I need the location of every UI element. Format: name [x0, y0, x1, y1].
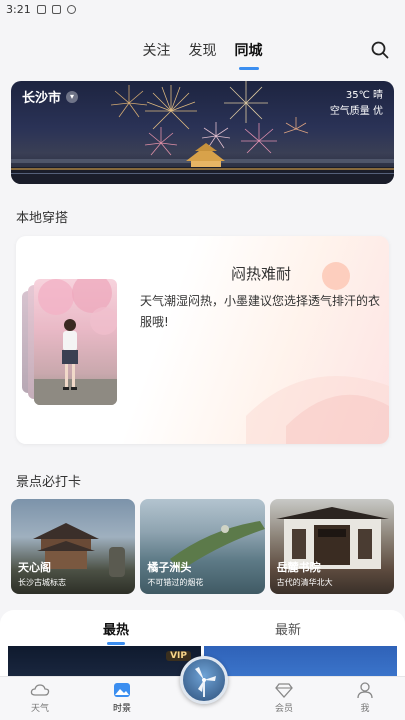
city-name: 长沙市 — [22, 91, 62, 106]
picture-icon — [114, 683, 130, 697]
spot-subtitle: 不可错过的烟花 — [147, 578, 204, 587]
section-title-outfit: 本地穿搭 — [16, 211, 69, 226]
nav-label: 会员 — [274, 704, 293, 714]
outfit-title: 闷热难耐 — [231, 265, 292, 283]
eye-notification-icon — [66, 4, 76, 14]
top-tabs: 关注 发现 同城 — [0, 30, 405, 70]
diamond-icon — [275, 683, 293, 698]
spot-card-yuelu[interactable]: 岳麓书院 古代的清华北大 — [269, 499, 394, 594]
chevron-down-icon: ▾ — [66, 90, 79, 103]
outfit-card[interactable]: 闷热难耐 天气潮湿闷热，小墨建议您选择透气排汗的衣服哦! — [16, 236, 389, 444]
spot-name: 天心阁 — [18, 561, 51, 574]
cloud-icon — [30, 684, 50, 696]
section-title-spots: 景点必打卡 — [16, 475, 82, 490]
tab-discover[interactable]: 发现 — [187, 38, 219, 62]
spot-card-juzizhou[interactable]: 橘子洲头 不可错过的烟花 — [140, 499, 265, 594]
status-time: 3:21 — [6, 2, 31, 16]
weather-summary: 35℃ 晴 空气质量 优 — [330, 88, 383, 120]
nav-label: 我 — [360, 704, 370, 714]
image-notification-icon — [36, 4, 46, 14]
tab-hottest[interactable]: 最热 — [103, 619, 129, 638]
status-bar: 3:21 — [0, 0, 405, 18]
tab-follow[interactable]: 关注 — [141, 38, 173, 62]
spot-card-tianxinge[interactable]: 天心阁 长沙古城标志 — [11, 499, 136, 594]
windmill-icon — [195, 667, 216, 697]
city-selector[interactable]: 长沙市 ▾ — [22, 87, 79, 106]
outfit-photo-stack[interactable] — [22, 279, 117, 405]
spot-subtitle: 长沙古城标志 — [18, 578, 66, 587]
outfit-advice: 天气潮湿闷热，小墨建议您选择透气排汗的衣服哦! — [140, 294, 381, 329]
outfit-photo — [34, 279, 117, 405]
person-icon — [357, 682, 373, 699]
nav-label: 天气 — [30, 704, 49, 714]
air-quality: 空气质量 优 — [329, 106, 383, 117]
tab-newest[interactable]: 最新 — [275, 619, 301, 638]
nav-scenery[interactable]: 时景 — [97, 681, 147, 714]
spot-name: 橘子洲头 — [147, 561, 192, 574]
spot-name: 岳麓书院 — [276, 561, 321, 574]
nav-weather[interactable]: 天气 — [15, 681, 65, 714]
spots-list: 天心阁 长沙古城标志 橘子洲头 不可错过的烟花 岳麓书院 古代的清华北大 — [11, 499, 394, 594]
nav-me[interactable]: 我 — [340, 681, 390, 714]
storage-notification-icon — [51, 4, 61, 14]
tab-local[interactable]: 同城 — [233, 38, 265, 62]
spot-subtitle: 古代的清华北大 — [276, 578, 333, 587]
search-icon[interactable] — [371, 41, 389, 59]
nav-membership[interactable]: 会员 — [259, 681, 309, 714]
temperature-weather: 35℃ 晴 — [345, 90, 383, 101]
city-banner[interactable]: 长沙市 ▾ 35℃ 晴 空气质量 优 — [11, 81, 394, 184]
nav-label: 时景 — [112, 704, 131, 714]
center-action-button[interactable] — [180, 656, 228, 704]
